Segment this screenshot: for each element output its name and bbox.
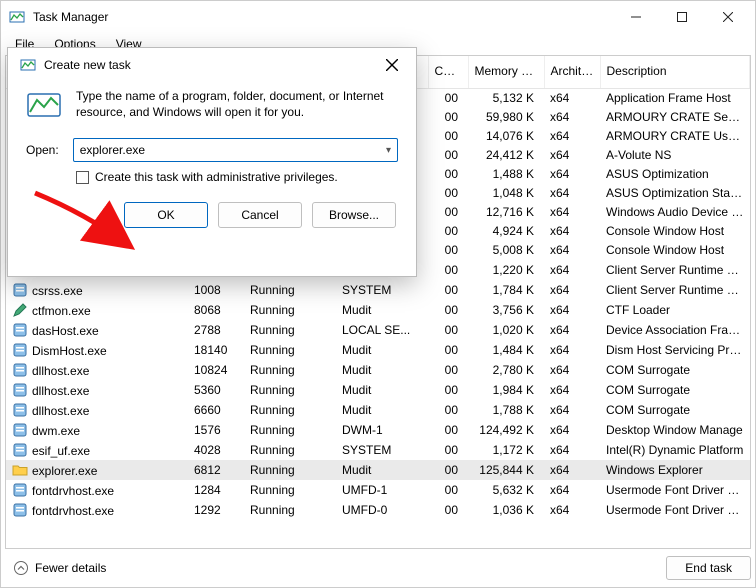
admin-checkbox[interactable] [76,171,89,184]
table-row[interactable]: esif_uf.exe4028RunningSYSTEM001,172 Kx64… [6,440,750,460]
browse-button[interactable]: Browse... [312,202,396,228]
process-icon [12,322,28,338]
ok-button[interactable]: OK [124,202,208,228]
admin-label: Create this task with administrative pri… [95,170,338,184]
col-desc[interactable]: Description [600,56,750,89]
table-row[interactable]: dasHost.exe2788RunningLOCAL SE...001,020… [6,320,750,340]
dialog-title: Create new task [44,58,131,72]
process-icon [12,402,28,418]
table-row[interactable]: DismHost.exe18140RunningMudit001,484 Kx6… [6,340,750,360]
run-icon [26,88,62,124]
col-memory[interactable]: Memory (a... [468,56,544,89]
process-icon [12,362,28,378]
table-row[interactable]: dllhost.exe6660RunningMudit001,788 Kx64C… [6,400,750,420]
table-row[interactable]: dllhost.exe10824RunningMudit002,780 Kx64… [6,360,750,380]
table-row[interactable]: dllhost.exe5360RunningMudit001,984 Kx64C… [6,380,750,400]
title-bar: Task Manager [1,1,755,33]
fewer-details-button[interactable]: Fewer details [5,556,114,580]
process-icon [12,302,28,318]
process-icon [12,342,28,358]
table-row[interactable]: ctfmon.exe8068RunningMudit003,756 Kx64CT… [6,300,750,320]
process-icon [12,422,28,438]
chevron-up-circle-icon [13,560,29,576]
create-task-dialog: Create new task Type the name of a progr… [7,47,417,277]
table-row[interactable]: fontdrvhost.exe1284RunningUMFD-1005,632 … [6,480,750,500]
open-label: Open: [26,143,59,157]
maximize-button[interactable] [659,1,705,33]
table-row[interactable]: dwm.exe1576RunningDWM-100124,492 Kx64Des… [6,420,750,440]
process-icon [12,382,28,398]
open-combobox[interactable]: explorer.exe ▾ [73,138,398,162]
open-value: explorer.exe [80,143,386,157]
dialog-title-bar: Create new task [8,48,416,82]
dialog-icon [20,57,36,73]
cancel-button[interactable]: Cancel [218,202,302,228]
process-icon [12,442,28,458]
process-icon [12,482,28,498]
table-row[interactable]: fontdrvhost.exe1292RunningUMFD-0001,036 … [6,500,750,520]
minimize-button[interactable] [613,1,659,33]
dialog-close-button[interactable] [376,51,408,79]
chevron-down-icon: ▾ [386,145,391,156]
col-arch[interactable]: Archite... [544,56,600,89]
end-task-button[interactable]: End task [666,556,751,580]
col-cpu[interactable]: CPU [428,56,468,89]
fewer-details-label: Fewer details [35,561,106,575]
process-icon [12,462,28,478]
close-button[interactable] [705,1,751,33]
process-icon [12,282,28,298]
table-row[interactable]: explorer.exe6812RunningMudit00125,844 Kx… [6,460,750,480]
window-title: Task Manager [33,10,108,24]
app-icon [9,9,25,25]
table-row[interactable]: csrss.exe1008RunningSYSTEM001,784 Kx64Cl… [6,280,750,300]
process-icon [12,502,28,518]
dialog-prompt: Type the name of a program, folder, docu… [76,88,398,120]
footer: Fewer details End task [5,553,751,583]
